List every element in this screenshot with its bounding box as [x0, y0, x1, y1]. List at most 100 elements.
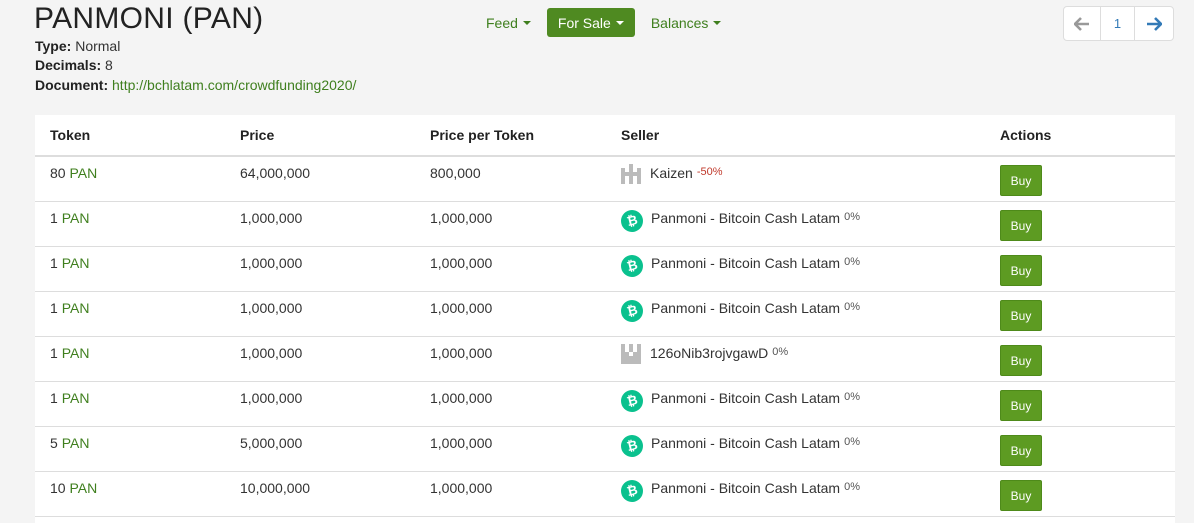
cell-price: 1,000,000	[225, 381, 415, 427]
cell-seller: ₿ Panmoni - Bitcoin Cash Latam 0%	[606, 246, 985, 292]
token-unit-link[interactable]: PAN	[62, 300, 90, 316]
pagination: 1	[1063, 6, 1174, 41]
seller-discount: 0%	[844, 480, 860, 493]
token-amount: 5	[50, 434, 58, 451]
cell-actions: Buy	[985, 336, 1175, 382]
buy-button[interactable]: Buy	[1000, 389, 1042, 421]
cell-price: 1,000,000	[225, 246, 415, 292]
cell-price-per-token: 1,000,000	[415, 381, 606, 427]
table-row: 1 PAN 1,000,000 1,000,000 ₿ Panmoni - Bitcoi…	[35, 246, 1175, 292]
cell-price-per-token: 1,000,000	[415, 336, 606, 382]
bitcoin-cash-icon: ₿	[621, 434, 643, 457]
buy-button[interactable]: Buy	[1000, 479, 1042, 511]
token-amount: 80	[50, 165, 66, 181]
seller-name[interactable]: Panmoni - Bitcoin Cash Latam	[651, 210, 840, 226]
seller-name[interactable]: Panmoni - Bitcoin Cash Latam	[651, 390, 840, 406]
token-unit-link[interactable]: PAN	[69, 480, 97, 496]
cell-actions: Buy	[985, 201, 1175, 247]
seller-name[interactable]: Kaizen	[650, 165, 693, 181]
seller-name[interactable]: Panmoni - Bitcoin Cash Latam	[651, 300, 840, 316]
token-unit-link[interactable]: PAN	[62, 210, 90, 226]
table-row: 5 PAN 5,000,000 1,000,000 ₿ Panmoni - Bitcoi…	[35, 426, 1175, 472]
decimals-label: Decimals:	[35, 57, 102, 73]
cell-actions: Buy	[985, 291, 1175, 337]
buy-button[interactable]: Buy	[1000, 299, 1042, 331]
cell-token: 1 PAN	[35, 291, 225, 337]
table-row: 80 PAN 64,000,000 800,000 Kaizen -50% Buy	[35, 156, 1175, 202]
cell-token: 1 PAN	[35, 201, 225, 247]
cell-seller: ₿ Panmoni - Bitcoin Cash Latam 0%	[606, 471, 985, 517]
buy-button[interactable]: Buy	[1000, 344, 1042, 376]
cell-price-per-token: 800,000	[415, 156, 606, 202]
caret-down-icon	[522, 20, 531, 25]
header-seller: Seller	[606, 115, 985, 157]
cell-price-per-token: 1,000,000	[415, 426, 606, 472]
buy-button[interactable]: Buy	[1000, 434, 1042, 466]
token-amount: 10	[50, 479, 66, 496]
token-document: Document: http://bchlatam.com/crowdfundi…	[35, 77, 356, 93]
token-type: Type: Normal	[35, 38, 120, 54]
type-value: Normal	[75, 38, 121, 54]
document-link[interactable]: http://bchlatam.com/crowdfunding2020/	[112, 77, 356, 93]
bitcoin-cash-icon: ₿	[621, 209, 643, 232]
buy-button[interactable]: Buy	[1000, 209, 1042, 241]
token-unit-link[interactable]: PAN	[62, 345, 90, 361]
cell-price: 64,000,000	[225, 156, 415, 202]
cell-price-per-token: 1,000,000	[415, 201, 606, 247]
token-unit-link[interactable]: PAN	[62, 255, 90, 271]
table-row: 1 PAN 1,000,000 1,000,000 ₿ Panmoni - Bitcoi…	[35, 201, 1175, 247]
cell-price: 5,000,000	[225, 426, 415, 472]
table-header-row: Token Price Price per Token Seller Actio…	[35, 115, 1175, 157]
token-amount: 1	[50, 344, 58, 361]
token-unit-link[interactable]: PAN	[62, 390, 90, 406]
token-unit-link[interactable]: PAN	[69, 165, 97, 181]
token-amount: 1	[50, 389, 58, 406]
cell-actions: Buy	[985, 426, 1175, 472]
seller-name[interactable]: Panmoni - Bitcoin Cash Latam	[651, 480, 840, 496]
header-price: Price	[225, 115, 415, 157]
buy-button[interactable]: Buy	[1000, 165, 1042, 196]
cell-token: 1 PAN	[35, 381, 225, 427]
page-title: PANMONI (PAN)	[34, 2, 264, 35]
cell-seller: ₿ Panmoni - Bitcoin Cash Latam 0%	[606, 381, 985, 427]
main-nav: Feed For Sale Balances	[476, 8, 731, 37]
token-amount: 1	[50, 209, 58, 226]
cell-actions: Buy	[985, 156, 1175, 202]
cell-token: 10 PAN	[35, 471, 225, 517]
table-row: 1 PAN 1,000,000 1,000,000 126oNib3rojvgawD 0…	[35, 336, 1175, 382]
seller-name[interactable]: Panmoni - Bitcoin Cash Latam	[651, 255, 840, 271]
identicon-icon	[621, 164, 641, 184]
cell-token: 5 PAN	[35, 426, 225, 472]
nav-feed-dropdown[interactable]: Feed	[476, 8, 541, 37]
nav-balances-dropdown[interactable]: Balances	[641, 8, 732, 37]
cell-actions: Buy	[985, 471, 1175, 517]
next-page-button[interactable]	[1135, 7, 1173, 40]
seller-name[interactable]: Panmoni - Bitcoin Cash Latam	[651, 435, 840, 451]
for-sale-table: Token Price Price per Token Seller Actio…	[35, 115, 1175, 523]
cell-price-per-token: 1,000,000	[415, 246, 606, 292]
seller-discount: 0%	[772, 345, 789, 358]
token-amount: 1	[50, 299, 58, 316]
cell-token: 1 PAN	[35, 336, 225, 382]
bitcoin-cash-icon: ₿	[621, 254, 643, 277]
cell-token: 1 PAN	[35, 246, 225, 292]
cell-price: 1,000,000	[225, 291, 415, 337]
cell-actions: Buy	[985, 381, 1175, 427]
seller-name[interactable]: 126oNib3rojvgawD	[650, 345, 768, 361]
buy-button[interactable]: Buy	[1000, 254, 1042, 286]
nav-for-sale-dropdown[interactable]: For Sale	[546, 8, 635, 37]
cell-seller: ₿ Panmoni - Bitcoin Cash Latam 0%	[606, 201, 985, 247]
token-unit-link[interactable]: PAN	[62, 435, 90, 451]
type-label: Type:	[35, 38, 72, 54]
cell-token: 80 PAN	[35, 156, 225, 202]
table-row: 1 PAN 1,000,000 1,000,000 ₿ Panmoni - Bitcoi…	[35, 381, 1175, 427]
arrow-right-icon	[1147, 16, 1162, 31]
table-row: 1 PAN 1,000,000 1,000,000 ₿ Panmoni - Bitcoi…	[35, 291, 1175, 337]
caret-down-icon	[713, 20, 722, 25]
cell-price-per-token: 1,000,000	[415, 471, 606, 517]
prev-page-button[interactable]	[1064, 7, 1101, 40]
current-page[interactable]: 1	[1101, 7, 1135, 40]
header-token: Token	[35, 115, 225, 157]
arrow-left-icon	[1074, 16, 1089, 31]
cell-seller: ₿ Panmoni - Bitcoin Cash Latam 0%	[606, 426, 985, 472]
